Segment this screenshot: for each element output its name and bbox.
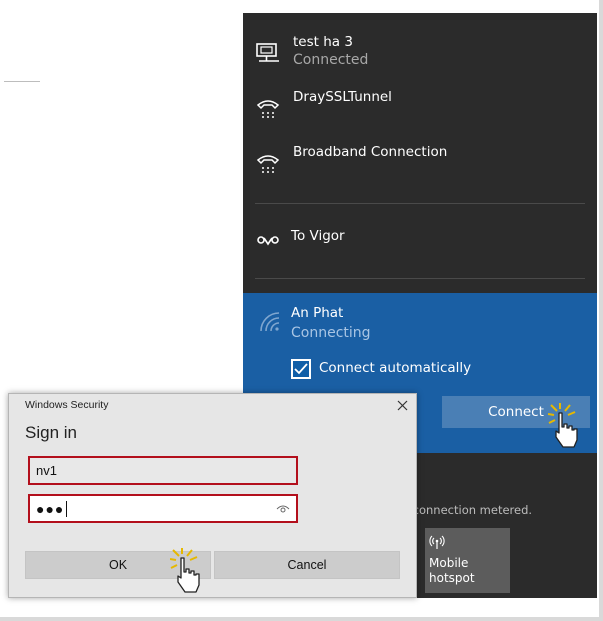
screenshot: test ha 3 Connected DraySSLTunnel Broadb… bbox=[0, 0, 603, 621]
network-name: test ha 3 bbox=[293, 34, 353, 50]
mobile-hotspot-label: Mobile hotspot bbox=[429, 556, 475, 585]
close-icon[interactable] bbox=[393, 396, 413, 416]
network-name: To Vigor bbox=[291, 228, 345, 244]
dialup-icon bbox=[256, 155, 280, 173]
dialup-icon bbox=[256, 100, 280, 118]
wifi-name: An Phat bbox=[291, 305, 344, 321]
network-item-drayssltunnel[interactable]: DraySSLTunnel bbox=[243, 83, 597, 138]
reveal-password-icon[interactable] bbox=[276, 503, 290, 515]
username-input[interactable]: nv1 bbox=[28, 456, 298, 485]
hotspot-icon bbox=[429, 535, 445, 549]
wifi-icon bbox=[260, 312, 280, 332]
network-name: DraySSLTunnel bbox=[293, 89, 392, 105]
network-item-broadband-connection[interactable]: Broadband Connection bbox=[243, 138, 597, 198]
network-item-test-ha-3[interactable]: test ha 3 Connected bbox=[243, 13, 597, 83]
ethernet-icon bbox=[256, 43, 279, 62]
hand-cursor-icon bbox=[548, 403, 578, 448]
network-name: Broadband Connection bbox=[293, 144, 448, 160]
checkmark-icon bbox=[294, 363, 308, 375]
network-item-to-vigor[interactable]: To Vigor bbox=[243, 213, 597, 273]
network-status: Connected bbox=[293, 52, 369, 68]
hand-cursor-icon bbox=[170, 548, 200, 593]
username-value: nv1 bbox=[36, 463, 57, 478]
mobile-hotspot-tile[interactable]: Mobile hotspot bbox=[425, 528, 510, 593]
wifi-status: Connecting bbox=[291, 325, 371, 341]
text-caret bbox=[66, 500, 68, 517]
connect-automatically-label: Connect automatically bbox=[319, 360, 472, 376]
flyout-divider bbox=[255, 278, 585, 279]
vpn-icon bbox=[257, 236, 279, 246]
dialog-title: Windows Security bbox=[25, 399, 109, 411]
cancel-button[interactable]: Cancel bbox=[214, 551, 400, 579]
flyout-divider bbox=[255, 203, 585, 204]
connect-automatically-checkbox[interactable] bbox=[291, 359, 311, 379]
separator-line bbox=[4, 81, 40, 82]
dialog-heading: Sign in bbox=[25, 423, 77, 442]
frame-border-bottom bbox=[0, 617, 603, 621]
windows-security-dialog: Windows Security Sign in nv1 ●●● OK Canc… bbox=[8, 393, 417, 598]
password-input[interactable]: ●●● bbox=[28, 494, 298, 523]
frame-border-right bbox=[599, 0, 603, 621]
password-value: ●●● bbox=[36, 500, 65, 517]
